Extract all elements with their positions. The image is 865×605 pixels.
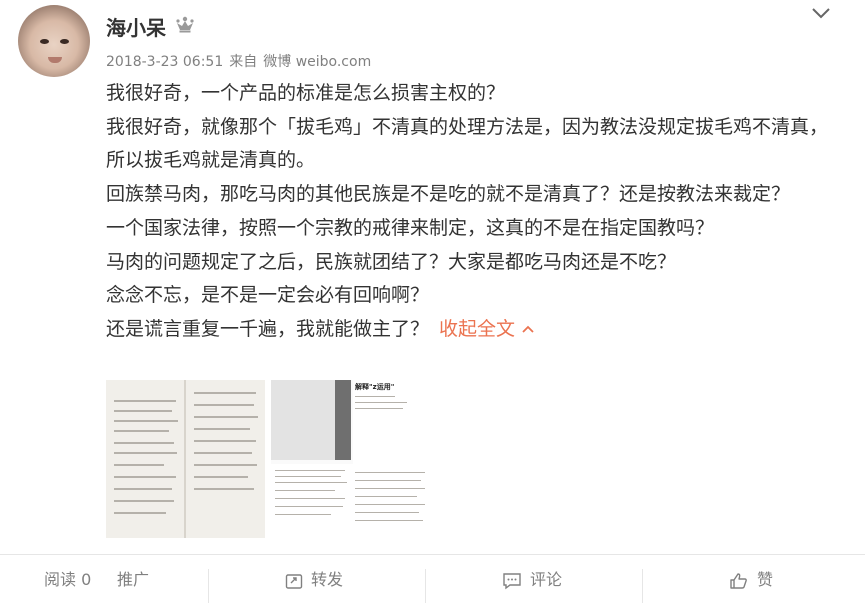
text-line (275, 476, 341, 477)
text-line (114, 420, 178, 422)
post-paragraph-last: 还是谎言重复一千遍，我就能做主了？ 收起全文 (106, 313, 836, 347)
footer-separator (208, 569, 209, 603)
text-line (275, 506, 343, 507)
comment-button[interactable]: 评论 (502, 555, 562, 605)
post-content: 我很好奇，一个产品的标准是怎么损害主权的？ 我很好奇，就像那个「拔毛鸡」不清真的… (106, 77, 836, 347)
post-image-thumbnail[interactable] (106, 380, 265, 538)
collapse-button[interactable]: 收起全文 (439, 318, 535, 340)
chevron-down-icon[interactable] (810, 4, 832, 22)
read-count: 阅读 0 (44, 555, 91, 605)
text-line (355, 512, 419, 513)
text-line (114, 512, 166, 514)
text-line (114, 410, 172, 412)
thumbs-up-icon (730, 572, 747, 589)
comment-label: 评论 (530, 570, 563, 589)
text-line (355, 402, 407, 403)
action-bar: 阅读 0 推广 转发 评论 赞 (0, 555, 865, 605)
promote-button[interactable]: 推广 (117, 555, 149, 605)
promote-label: 推广 (117, 570, 150, 589)
like-button[interactable]: 赞 (729, 555, 773, 605)
text-line (355, 520, 423, 521)
text-line (194, 476, 248, 478)
page-spine (184, 380, 186, 538)
chevron-up-icon (522, 326, 534, 334)
book-cover-band (335, 380, 351, 460)
avatar[interactable] (18, 5, 90, 77)
text-line (114, 476, 176, 478)
text-line (275, 482, 347, 483)
forward-label: 转发 (311, 570, 344, 589)
text-line (355, 396, 395, 397)
text-line (114, 442, 174, 444)
text-line (194, 404, 254, 406)
avatar-eye (40, 39, 49, 44)
text-line (114, 488, 172, 490)
read-value: 0 (81, 570, 92, 589)
crown-icon (176, 16, 194, 33)
text-line (114, 400, 176, 402)
like-label: 赞 (757, 570, 774, 589)
forward-button[interactable]: 转发 (285, 555, 343, 605)
collapse-label: 收起全文 (439, 317, 516, 340)
text-line (355, 488, 425, 489)
text-line (114, 452, 177, 454)
read-label: 阅读 (44, 570, 77, 589)
text-line (114, 464, 164, 466)
avatar-mouth (48, 57, 62, 63)
text-line (355, 504, 425, 505)
text-line (275, 490, 335, 491)
text-line (355, 472, 425, 473)
text-line (194, 440, 256, 442)
post-paragraph: 我很好奇，就像那个「拔毛鸡」不清真的处理方法是，因为教法没规定拔毛鸡不清真，所以… (106, 115, 829, 172)
book-cover-right (353, 380, 429, 464)
source-prefix: 来自 (229, 54, 258, 70)
text-line (194, 464, 257, 466)
post-paragraph: 还是谎言重复一千遍，我就能做主了？ (106, 317, 430, 340)
comment-icon (503, 572, 521, 589)
footer-separator (642, 569, 643, 603)
footer-separator (425, 569, 426, 603)
text-line (114, 430, 169, 432)
text-line (355, 408, 403, 409)
post-timestamp[interactable]: 2018-3-23 06:51 (106, 54, 223, 70)
text-line (355, 496, 417, 497)
post-paragraph: 我很好奇，一个产品的标准是怎么损害主权的？ (106, 82, 506, 104)
post-paragraph: 马肉的问题规定了之后，民族就团结了？大家是都吃马肉还是不吃？ (106, 250, 677, 273)
author-name[interactable]: 海小呆 (106, 12, 166, 41)
post-paragraph: 念念不忘，是不是一定会必有回响啊？ (106, 284, 430, 307)
post-source[interactable]: 微博 weibo.com (263, 54, 371, 70)
text-line (114, 500, 174, 502)
text-line (275, 514, 331, 515)
text-line (275, 470, 345, 471)
post-paragraph: 回族禁马肉，那吃马肉的其他民族是不是吃的就不是清真了？还是按教法来裁定？ (106, 183, 791, 206)
forward-icon (285, 573, 303, 589)
avatar-eye (60, 39, 69, 44)
text-line (194, 416, 258, 418)
text-line (194, 488, 254, 490)
text-line (355, 480, 421, 481)
text-line (194, 452, 252, 454)
post-meta: 2018-3-23 06:51 来自 微博 weibo.com (106, 51, 377, 71)
post-paragraph: 一个国家法律，按照一个宗教的戒律来制定，这真的不是在指定国教吗？ (106, 216, 715, 239)
text-line (275, 498, 345, 499)
text-line (194, 428, 250, 430)
post-image-thumbnail[interactable]: 解释"z运用" (271, 380, 429, 538)
text-line (194, 392, 256, 394)
book-cover-title: 解释"z运用" (355, 383, 395, 391)
